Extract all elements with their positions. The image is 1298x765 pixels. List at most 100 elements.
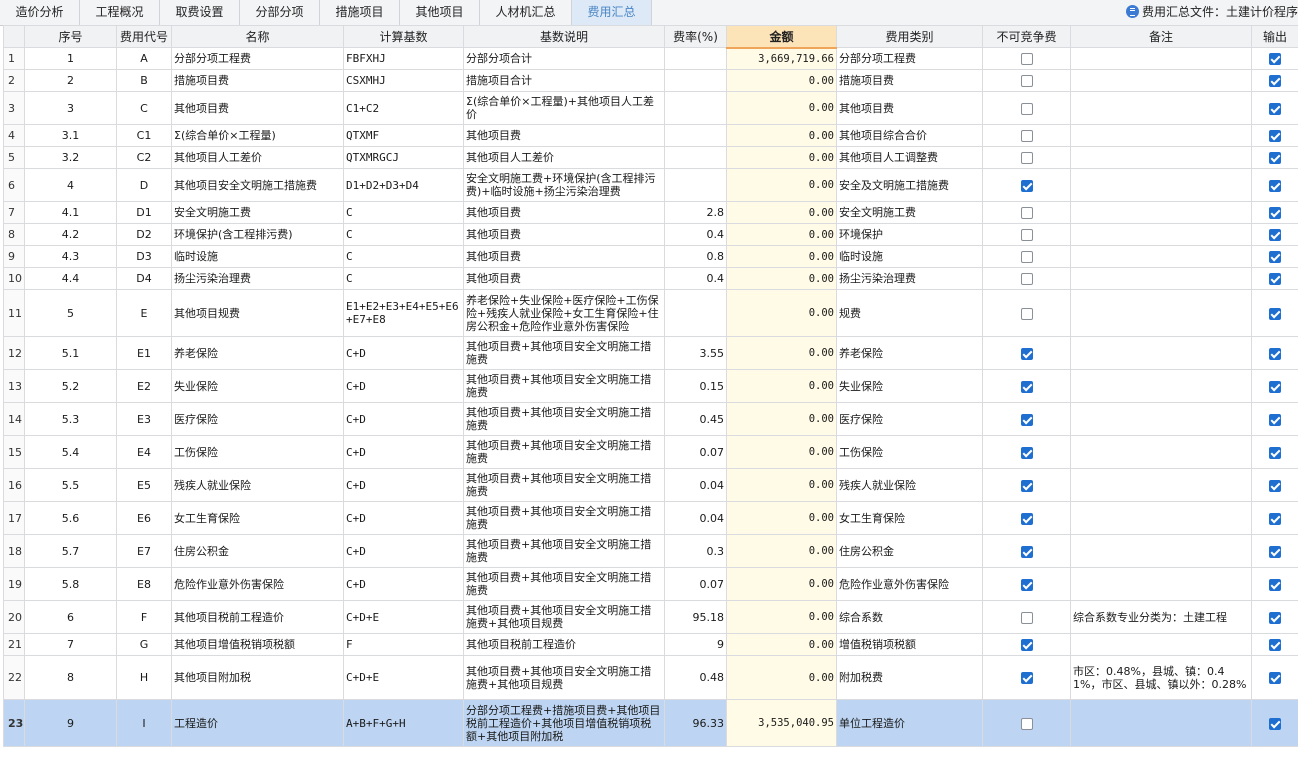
- fee-code-cell[interactable]: C2: [116, 146, 172, 169]
- rate-cell[interactable]: 9: [664, 633, 727, 656]
- noncompetitive-checkbox[interactable]: [1020, 75, 1033, 87]
- category-cell[interactable]: 失业保险: [836, 369, 983, 403]
- base-cell[interactable]: QTXMF: [343, 124, 464, 147]
- base-description-cell[interactable]: 其他项目费+其他项目安全文明施工措施费+其他项目规费: [463, 655, 665, 700]
- rate-cell[interactable]: 0.15: [664, 369, 727, 403]
- base-description-cell[interactable]: 其他项目费: [463, 245, 665, 268]
- seq-cell[interactable]: 5.1: [24, 336, 117, 370]
- row-number[interactable]: 21: [3, 633, 25, 656]
- base-description-cell[interactable]: 其他项目费: [463, 201, 665, 224]
- base-description-cell[interactable]: 其他项目费: [463, 124, 665, 147]
- note-cell[interactable]: [1070, 435, 1252, 469]
- category-cell[interactable]: 女工生育保险: [836, 501, 983, 535]
- table-row[interactable]: 20 6 F 其他项目税前工程造价 C+D+E 其他项目费+其他项目安全文明施工措施费+其…: [3, 600, 1298, 634]
- base-cell[interactable]: C+D: [343, 567, 464, 601]
- noncompetitive-checkbox[interactable]: [1020, 251, 1033, 263]
- base-description-cell[interactable]: 其他项目费+其他项目安全文明施工措施费: [463, 567, 665, 601]
- rate-cell[interactable]: 0.07: [664, 435, 727, 469]
- rate-cell[interactable]: [664, 124, 727, 147]
- noncompetitive-checkbox[interactable]: [1020, 446, 1033, 459]
- noncompetitive-checkbox[interactable]: [1020, 130, 1033, 142]
- seq-cell[interactable]: 4.2: [24, 223, 117, 246]
- output-checkbox[interactable]: [1269, 307, 1281, 320]
- row-number[interactable]: 9: [3, 245, 25, 268]
- base-cell[interactable]: C+D: [343, 501, 464, 535]
- output-checkbox[interactable]: [1269, 347, 1281, 360]
- name-cell[interactable]: 其他项目附加税: [171, 655, 344, 700]
- rate-cell[interactable]: 0.07: [664, 567, 727, 601]
- base-description-cell[interactable]: 其他项目费+其他项目安全文明施工措施费: [463, 435, 665, 469]
- category-cell[interactable]: 分部分项工程费: [836, 47, 983, 70]
- base-cell[interactable]: C1+C2: [343, 91, 464, 125]
- name-cell[interactable]: 环境保护(含工程排污费): [171, 223, 344, 246]
- base-cell[interactable]: D1+D2+D3+D4: [343, 168, 464, 202]
- fee-code-cell[interactable]: E7: [116, 534, 172, 568]
- fee-code-cell[interactable]: A: [116, 47, 172, 70]
- seq-cell[interactable]: 5.2: [24, 369, 117, 403]
- row-number[interactable]: 5: [3, 146, 25, 169]
- fee-code-cell[interactable]: D3: [116, 245, 172, 268]
- rate-cell[interactable]: 0.4: [664, 267, 727, 290]
- output-checkbox[interactable]: [1269, 130, 1281, 142]
- name-cell[interactable]: 住房公积金: [171, 534, 344, 568]
- name-cell[interactable]: Σ(综合单价×工程量): [171, 124, 344, 147]
- tab-5[interactable]: 措施项目: [320, 0, 400, 25]
- output-checkbox[interactable]: [1269, 446, 1281, 459]
- rate-cell[interactable]: 0.04: [664, 501, 727, 535]
- row-number[interactable]: 3: [3, 91, 25, 125]
- rate-cell[interactable]: 2.8: [664, 201, 727, 224]
- table-row[interactable]: 8 4.2 D2 环境保护(含工程排污费) C 其他项目费 0.4 0.00 环境保护: [3, 223, 1298, 246]
- noncompetitive-checkbox[interactable]: [1020, 512, 1033, 525]
- note-cell[interactable]: [1070, 146, 1252, 169]
- base-cell[interactable]: C+D: [343, 336, 464, 370]
- note-cell[interactable]: [1070, 336, 1252, 370]
- base-cell[interactable]: C+D: [343, 534, 464, 568]
- noncompetitive-checkbox[interactable]: [1020, 207, 1033, 219]
- row-number[interactable]: 18: [3, 534, 25, 568]
- name-cell[interactable]: 临时设施: [171, 245, 344, 268]
- base-cell[interactable]: C+D: [343, 369, 464, 403]
- category-cell[interactable]: 措施项目费: [836, 69, 983, 92]
- table-row[interactable]: 19 5.8 E8 危险作业意外伤害保险 C+D 其他项目费+其他项目安全文明施工措施费 0…: [3, 567, 1298, 601]
- base-description-cell[interactable]: 其他项目费+其他项目安全文明施工措施费: [463, 402, 665, 436]
- name-cell[interactable]: 危险作业意外伤害保险: [171, 567, 344, 601]
- row-number[interactable]: 8: [3, 223, 25, 246]
- category-cell[interactable]: 残疾人就业保险: [836, 468, 983, 502]
- rate-cell[interactable]: 0.04: [664, 468, 727, 502]
- seq-cell[interactable]: 2: [24, 69, 117, 92]
- base-cell[interactable]: CSXMHJ: [343, 69, 464, 92]
- table-row[interactable]: 17 5.6 E6 女工生育保险 C+D 其他项目费+其他项目安全文明施工措施费 0.04 0…: [3, 501, 1298, 535]
- base-cell[interactable]: C: [343, 201, 464, 224]
- table-row[interactable]: 21 7 G 其他项目增值税销项税额 F 其他项目税前工程造价 9 0.00 增值税销项税额: [3, 633, 1298, 656]
- output-checkbox[interactable]: [1269, 207, 1281, 219]
- tab-4[interactable]: 分部分项: [240, 0, 320, 25]
- base-description-cell[interactable]: 其他项目费: [463, 223, 665, 246]
- col-rate-header[interactable]: 费率(%): [664, 25, 727, 48]
- seq-cell[interactable]: 4: [24, 168, 117, 202]
- fee-code-cell[interactable]: C: [116, 91, 172, 125]
- base-cell[interactable]: F: [343, 633, 464, 656]
- row-number[interactable]: 20: [3, 600, 25, 634]
- base-description-cell[interactable]: 其他项目费+其他项目安全文明施工措施费: [463, 501, 665, 535]
- note-cell[interactable]: [1070, 124, 1252, 147]
- col-seq-header[interactable]: 序号: [24, 25, 117, 48]
- fee-code-cell[interactable]: E4: [116, 435, 172, 469]
- fee-code-cell[interactable]: C1: [116, 124, 172, 147]
- note-cell[interactable]: [1070, 402, 1252, 436]
- noncompetitive-checkbox[interactable]: [1020, 672, 1033, 684]
- rate-cell[interactable]: 0.8: [664, 245, 727, 268]
- base-description-cell[interactable]: 安全文明施工费+环境保护(含工程排污费)+临时设施+扬尘污染治理费: [463, 168, 665, 202]
- base-description-cell[interactable]: 其他项目费+其他项目安全文明施工措施费: [463, 534, 665, 568]
- tab-7[interactable]: 人材机汇总: [480, 0, 572, 25]
- base-cell[interactable]: A+B+F+G+H: [343, 699, 464, 747]
- seq-cell[interactable]: 4.1: [24, 201, 117, 224]
- note-cell[interactable]: [1070, 633, 1252, 656]
- base-description-cell[interactable]: Σ(综合单价×工程量)+其他项目人工差价: [463, 91, 665, 125]
- rate-cell[interactable]: [664, 47, 727, 70]
- noncompetitive-checkbox[interactable]: [1020, 413, 1033, 426]
- base-description-cell[interactable]: 分部分项合计: [463, 47, 665, 70]
- note-cell[interactable]: [1070, 289, 1252, 337]
- table-row[interactable]: 14 5.3 E3 医疗保险 C+D 其他项目费+其他项目安全文明施工措施费 0.45 0.0…: [3, 402, 1298, 436]
- row-number[interactable]: 16: [3, 468, 25, 502]
- base-description-cell[interactable]: 其他项目费+其他项目安全文明施工措施费: [463, 336, 665, 370]
